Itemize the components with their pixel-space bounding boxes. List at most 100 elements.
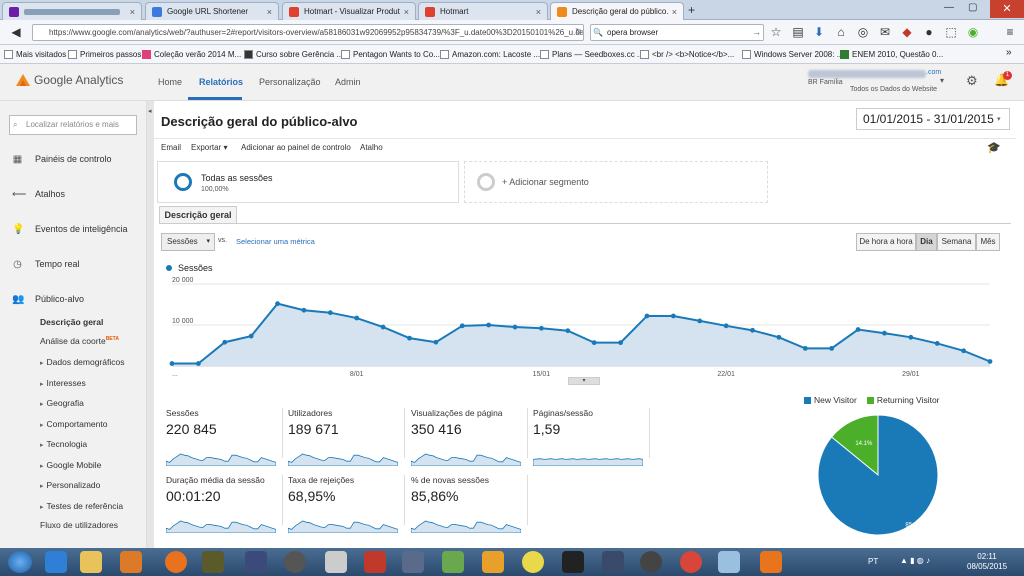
close-tab-icon[interactable]: × [267,7,272,17]
pocket-icon[interactable]: ◆ [899,24,915,40]
metric-new-sessions[interactable]: % de novas sessões 85,86% [411,475,529,535]
settings-gear-icon[interactable]: ⚙ [966,73,978,89]
sidebar-sub-custom[interactable]: Personalizado [40,480,101,490]
new-tab-button[interactable]: + [688,3,695,17]
account-dropdown-icon[interactable]: ▾ [940,76,944,85]
bookmarks-menu-icon[interactable]: ▤ [790,24,806,40]
sidebar-sub-behavior[interactable]: Comportamento [40,419,108,429]
sidebar-item-realtime[interactable]: ◷ Tempo real [0,255,147,273]
legend-returning-visitor[interactable]: Returning Visitor [866,395,940,405]
sidebar-item-intelligence[interactable]: 💡 Eventos de inteligência [0,220,147,238]
granularity-week-button[interactable]: Semana [937,233,976,251]
browser-tab-5[interactable]: Descrição geral do público... × [550,2,684,20]
system-tray-icons[interactable]: ▲ ▮ ◍ ♪ [900,556,956,568]
camtasia-icon[interactable] [442,551,464,573]
segment-all-sessions[interactable]: Todas as sessões 100,00% [157,161,459,203]
browser-tab-1[interactable]: × [2,2,142,20]
account-name[interactable]: BR Família [808,79,843,86]
explorer-folder-icon[interactable] [80,551,102,573]
select-metric-link[interactable]: Selecionar uma métrica [236,237,315,246]
metric-users[interactable]: Utilizadores 189 671 [288,408,406,468]
maximize-button[interactable]: ▢ [968,2,977,13]
metric-bounce-rate[interactable]: Taxa de rejeições 68,95% [288,475,406,535]
bookmark-item[interactable]: Amazon.com: Lacoste ... [440,48,540,61]
evernote-icon[interactable]: ◉ [965,24,981,40]
browser-tab-3[interactable]: Hotmart - Visualizar Produto × [282,2,416,20]
visitor-type-pie-chart[interactable]: 14.1% 85.9% [816,413,940,537]
s-app-icon[interactable] [602,551,624,573]
sidebar-search-input[interactable]: Localizar relatórios e mais [9,115,137,135]
taskbar-clock[interactable]: 02:11 08/05/2015 [967,552,1007,572]
share-icon[interactable]: ⬚ [943,24,959,40]
bookmark-item[interactable]: Coleção verão 2014 M... [142,48,241,61]
bookmark-item[interactable]: Pentagon Wants to Co... [341,48,440,61]
media-player-icon[interactable] [120,551,142,573]
vlc-icon[interactable] [760,551,782,573]
account-email[interactable]: .com [926,69,941,76]
lock-icon[interactable] [284,551,306,573]
nav-admin[interactable]: Admin [335,77,361,87]
ga-logo[interactable]: Google Analytics [16,73,123,87]
chat-icon[interactable]: ● [921,24,937,40]
firefox-icon[interactable] [165,551,187,573]
downloads-icon[interactable]: ⬇ [811,24,827,40]
bookmarks-overflow-icon[interactable]: » [1006,47,1012,58]
app-icon[interactable] [482,551,504,573]
add-segment-button[interactable]: + Adicionar segmento [464,161,768,203]
metric-avg-session-duration[interactable]: Duração média da sessão 00:01:20 [166,475,284,535]
sidebar-sub-cohort[interactable]: Análise da coorteBETA [40,336,119,346]
sidebar-item-shortcuts[interactable]: ⟵ Atalhos [0,185,147,203]
sidebar-collapse-strip[interactable]: ◂ [147,101,154,548]
url-bar[interactable]: https://www.google.com/analytics/web/?au… [32,24,584,41]
browser-tab-4[interactable]: Hotmart × [418,2,548,20]
sidebar-sub-overview[interactable]: Descrição geral [40,317,103,327]
minimize-button[interactable]: — [944,2,954,13]
bookmark-item[interactable]: Mais visitados [4,48,66,61]
sidebar-sub-technology[interactable]: Tecnologia [40,439,88,449]
close-tab-icon[interactable]: × [130,7,135,17]
close-tab-icon[interactable]: × [536,7,541,17]
metric-sessions[interactable]: Sessões 220 845 [166,408,284,468]
nav-customization[interactable]: Personalização [259,77,321,87]
bookmark-item[interactable]: Curso sobre Gerência ... [244,48,343,61]
sidebar-sub-geography[interactable]: Geografia [40,398,84,408]
sessions-line-chart[interactable]: 20 000 10 000... 8/01 15/01 22/01 29/01 [162,276,1000,386]
sidebar-item-dashboards[interactable]: ▦ Painéis de controlo [0,150,147,168]
language-indicator[interactable]: PT [868,557,878,566]
ie-icon[interactable] [45,551,67,573]
bookmark-item[interactable]: <br /> <b>Notice</b>... [640,48,734,61]
metric-pages-per-session[interactable]: Páginas/sessão 1,59 [533,408,651,468]
account-view[interactable]: Todos os Dados do Website [850,86,937,93]
date-range-picker[interactable]: 01/01/2015 - 31/01/2015 [856,108,1010,130]
close-window-button[interactable]: ✕ [990,0,1024,18]
home-icon[interactable]: ⌂ [833,24,849,40]
chrome-icon[interactable] [680,551,702,573]
tab-overview[interactable]: Descrição geral [159,206,237,224]
sidebar-sub-mobile[interactable]: Google Mobile [40,460,102,470]
sidebar-item-audience[interactable]: 👥 Público-alvo [0,290,147,308]
education-cap-icon[interactable]: 🎓 [987,141,1001,154]
granularity-hourly-button[interactable]: De hora a hora [856,233,916,251]
sidebar-sub-users-flow[interactable]: Fluxo de utilizadores [40,520,118,530]
shortcut-button[interactable]: Atalho [360,143,383,152]
lightbulb-app-icon[interactable] [522,551,544,573]
search-input[interactable]: opera browser [590,24,764,41]
nav-home[interactable]: Home [158,77,182,87]
email-button[interactable]: Email [161,143,181,152]
add-to-dashboard-button[interactable]: Adicionar ao painel de controlo [241,143,351,152]
bookmark-item[interactable]: Primeiros passos [68,48,141,61]
bookmark-item[interactable]: ENEM 2010, Questão 0... [840,48,943,61]
sidebar-sub-interests[interactable]: Interesses [40,378,86,388]
extension-icon[interactable]: ✉ [877,24,893,40]
metric-pageviews[interactable]: Visualizações de página 350 416 [411,408,529,468]
metric-dropdown[interactable]: Sessões ▾ [161,233,215,251]
date-dropdown-icon[interactable]: ▾ [997,115,1001,123]
sidebar-sub-benchmarks[interactable]: Testes de referência [40,501,124,511]
circle-app-icon[interactable] [640,551,662,573]
reload-icon[interactable]: ↻ [575,27,582,36]
legend-new-visitor[interactable]: New Visitor [804,395,857,405]
fireworks-icon[interactable] [202,551,224,573]
close-tab-icon[interactable]: × [672,7,677,17]
close-tab-icon[interactable]: × [404,7,409,17]
search-go-icon[interactable]: → [752,27,761,37]
